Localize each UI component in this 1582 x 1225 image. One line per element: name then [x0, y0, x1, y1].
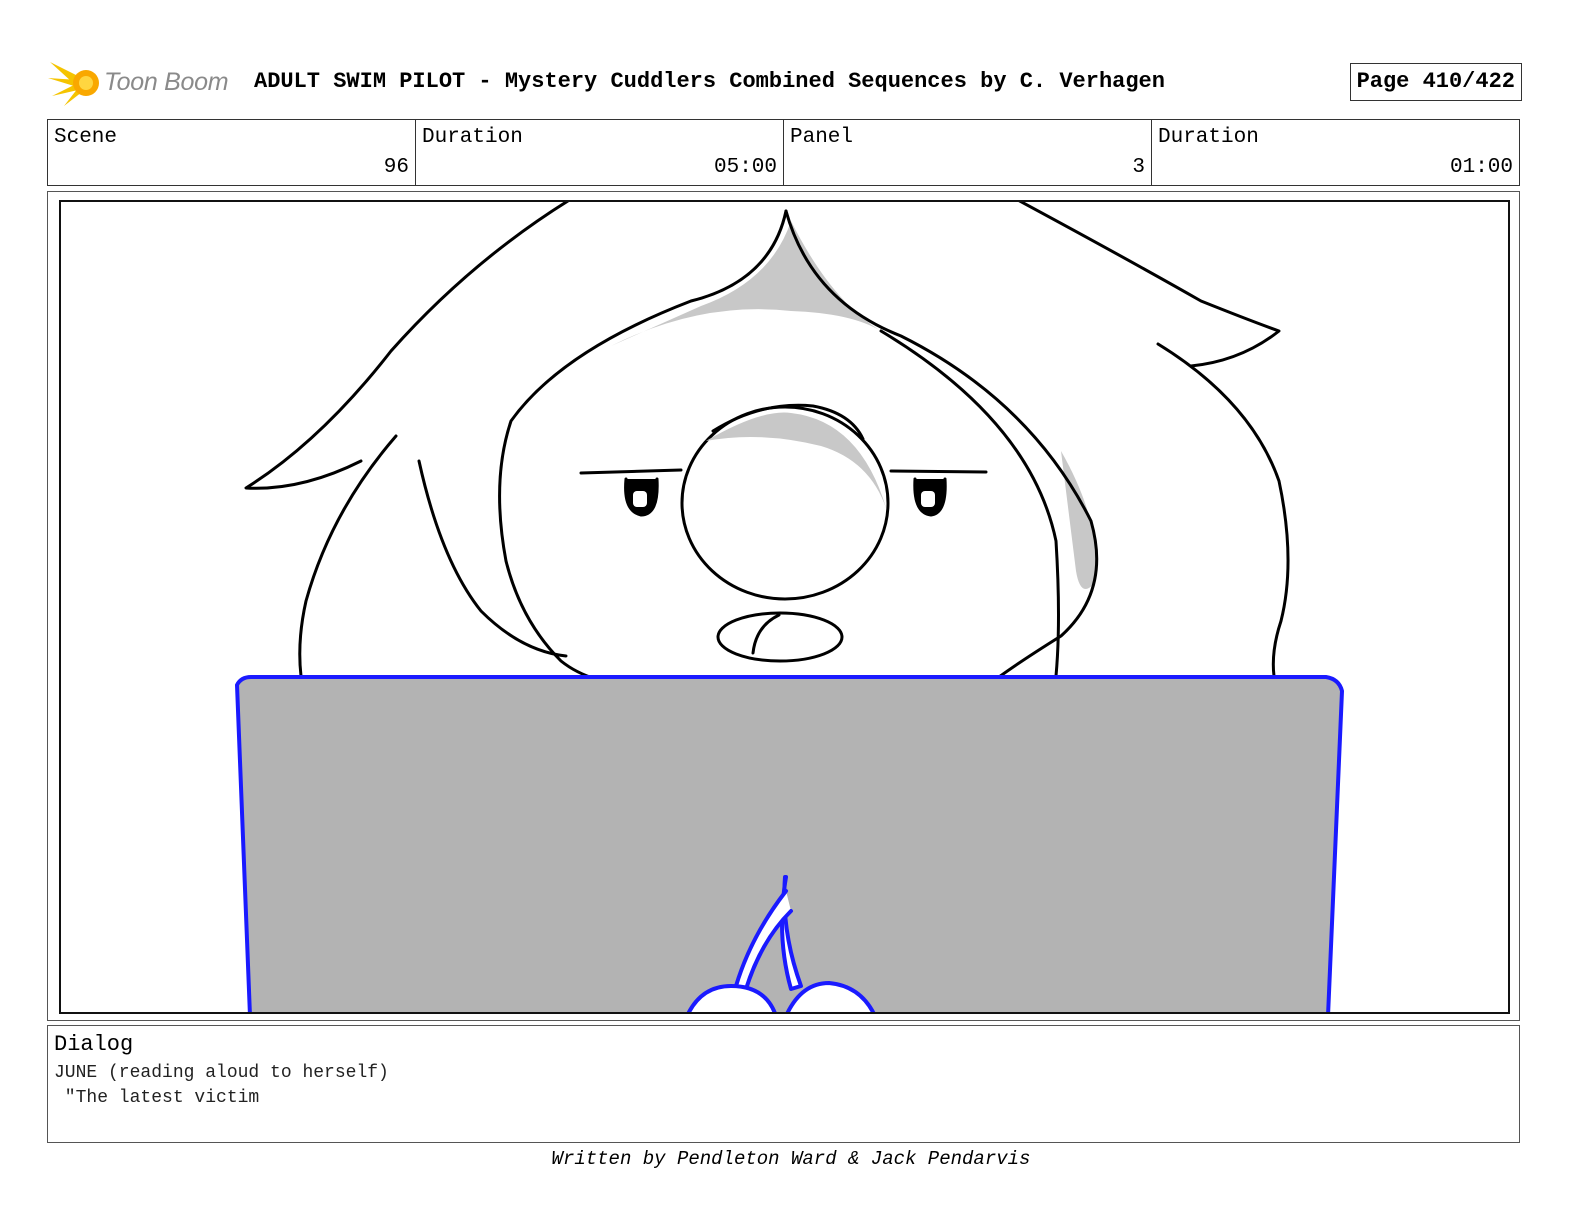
brow-right [889, 469, 988, 474]
hair-right-inner [879, 329, 1060, 678]
eye-right-highlight [921, 491, 935, 507]
hair-right-outer [1016, 201, 1281, 368]
storyboard-drawing [59, 200, 1510, 1014]
document-title: ADULT SWIM PILOT - Mystery Cuddlers Comb… [254, 69, 1165, 94]
hair-left-inner [417, 459, 568, 658]
scene-info-row: Scene 96 Duration 05:00 Panel 3 Duration… [47, 119, 1520, 186]
scene-duration-value: 05:00 [713, 156, 777, 179]
scene-value: 96 [383, 156, 409, 179]
scene-duration-label: Duration [422, 126, 523, 149]
dialog-line-1: JUNE (reading aloud to herself) [54, 1063, 389, 1083]
panel-duration-value: 01:00 [1449, 156, 1513, 179]
footer-credit: Written by Pendleton Ward & Jack Pendarv… [551, 1148, 1031, 1170]
dialog-title: Dialog [54, 1032, 134, 1057]
dialog-line-2: "The latest victim [54, 1088, 260, 1108]
panel-cell: Panel 3 [784, 120, 1152, 185]
hair-left-outer [244, 201, 571, 490]
scene-duration-cell: Duration 05:00 [416, 120, 784, 185]
panel-label: Panel [790, 126, 854, 149]
panel-value: 3 [1132, 156, 1145, 179]
dialog-box: Dialog JUNE (reading aloud to herself) "… [47, 1025, 1520, 1143]
hair-shade [611, 221, 881, 346]
starburst-icon [48, 62, 99, 106]
logo-text: Toon Boom [104, 68, 229, 96]
scene-label: Scene [54, 126, 118, 149]
page-header: Toon Boom ADULT SWIM PILOT - Mystery Cud… [48, 52, 1522, 110]
panel-duration-label: Duration [1158, 126, 1259, 149]
toon-boom-logo: Toon Boom [48, 56, 248, 108]
eye-left-highlight [633, 491, 647, 507]
storyboard-panel [47, 191, 1520, 1021]
hair-left-strand [298, 434, 398, 678]
page-number: Page 410/422 [1349, 63, 1522, 101]
hair-right-strand [1156, 342, 1290, 678]
brow-left [579, 468, 683, 475]
panel-duration-cell: Duration 01:00 [1152, 120, 1519, 185]
scene-cell: Scene 96 [48, 120, 416, 185]
mouth [716, 611, 844, 663]
